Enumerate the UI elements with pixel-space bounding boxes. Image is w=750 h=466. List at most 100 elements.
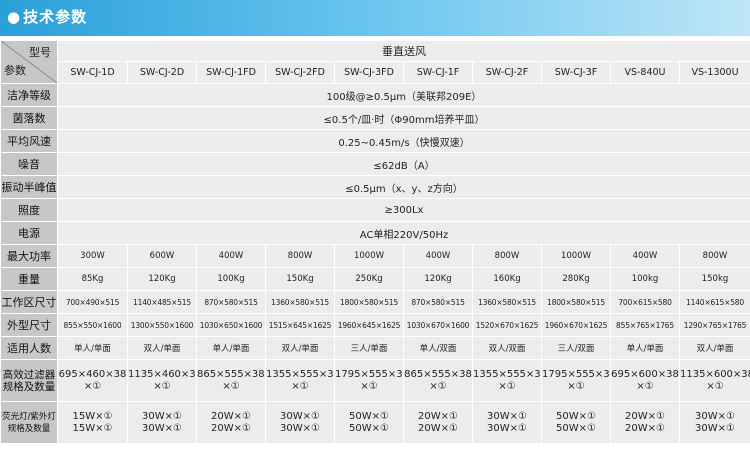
table-cell: 700×490×515 [57, 290, 128, 314]
lamp-fluorescent: 20W×① [418, 410, 458, 422]
spec-row: 照度 ≥300Lx [0, 198, 750, 222]
table-cell: 870×580×515 [196, 290, 266, 314]
row-label: 外型尺寸 [0, 313, 58, 337]
lamp-fluorescent: 20W×① [211, 410, 251, 422]
table-cell: 单人/双面 [403, 336, 473, 360]
filter-qty: ×① [567, 380, 585, 392]
lamp-fluorescent: 50W×① [349, 410, 389, 422]
lamp-uv: 20W×① [211, 422, 251, 434]
table-cell: 1135×460×38 ×① [127, 359, 197, 402]
table-cell: 1030×670×1600 [403, 313, 473, 337]
filter-qty: ×① [706, 380, 724, 392]
table-cell: 1300×550×1600 [127, 313, 197, 337]
filter-qty: ×① [636, 380, 654, 392]
table-cell: 50W×① 50W×① [334, 401, 404, 444]
table-cell: 120Kg [403, 267, 473, 291]
table-cell: 1795×555×38 ×① [541, 359, 611, 402]
table-cell: 250Kg [334, 267, 404, 291]
row-label: 噪音 [0, 152, 58, 176]
table-cell: 1290×765×1765 [679, 313, 750, 337]
table-cell: 1000W [334, 244, 404, 268]
table-cell: 695×460×38 ×① [57, 359, 128, 402]
spec-row: 平均风速 0.25~0.45m/s（快慢双速） [0, 129, 750, 153]
spec-row: 洁净等级 100级@≥0.5μm（美联邦209E） [0, 83, 750, 107]
table-cell: 三人/单面 [334, 336, 404, 360]
table-cell: 1960×670×1625 [541, 313, 611, 337]
row-label: 重量 [0, 267, 58, 291]
lamp-uv: 50W×① [556, 422, 596, 434]
model-header: SW-CJ-3FD [334, 61, 404, 84]
lamp-uv: 30W×① [487, 422, 527, 434]
table-cell: 15W×① 15W×① [57, 401, 128, 444]
lamp-fluorescent: 30W×① [487, 410, 527, 422]
spec-row: 振动半峰值 ≤0.5μm（x、y、z方向） [0, 175, 750, 199]
table-cell: 30W×① 30W×① [265, 401, 335, 444]
table-cell: 1960×645×1625 [334, 313, 404, 337]
table-cell: 1515×645×1625 [265, 313, 335, 337]
model-header: SW-CJ-3F [541, 61, 611, 84]
lamp-uv: 50W×① [349, 422, 389, 434]
corner-label-params: 参数 [4, 64, 26, 77]
table-cell: 855×765×1765 [610, 313, 680, 337]
table-cell: 1795×555×38 ×① [334, 359, 404, 402]
corner-cell: 型号 参数 [0, 40, 58, 84]
row-value: AC单相220V/50Hz [57, 221, 750, 245]
table-cell: 1000W [541, 244, 611, 268]
row-label-line: 规格及数量 [7, 423, 51, 434]
table-cell: 三人/双面 [541, 336, 611, 360]
table-cell: 30W×① 30W×① [472, 401, 542, 444]
table-cell: 800W [472, 244, 542, 268]
filter-qty: ×① [429, 380, 447, 392]
filter-size: 1355×555×38 [266, 368, 335, 380]
table-cell: 1355×555×38 ×① [265, 359, 335, 402]
group-header-row: 型号 参数 垂直送风 [0, 40, 750, 84]
table-cell: 1360×580×515 [472, 290, 542, 314]
filter-size: 1135×600×38 [680, 368, 750, 380]
filter-qty: ×① [222, 380, 240, 392]
lamp-fluorescent: 30W×① [695, 410, 735, 422]
filter-size: 1355×555×38 [473, 368, 542, 380]
filter-size: 865×555×380 [197, 368, 266, 380]
row-label: 最大功率 [0, 244, 58, 268]
lamp-uv: 15W×① [72, 422, 113, 434]
lamp-uv: 30W×① [280, 422, 320, 434]
row-value: 100级@≥0.5μm（美联邦209E） [57, 83, 750, 107]
filter-size: 1135×460×38 [128, 368, 197, 380]
row-label: 荧光灯/紫外灯 规格及数量 [0, 401, 58, 444]
row-label: 照度 [0, 198, 58, 222]
row-label-line: 规格及数量 [2, 380, 56, 393]
lamp-uv: 20W×① [418, 422, 458, 434]
model-header: SW-CJ-1FD [196, 61, 266, 84]
table-cell: 300W [57, 244, 128, 268]
filter-size: 1795×555×38 [335, 368, 404, 380]
model-header: VS-1300U [679, 61, 750, 84]
table-cell: 865×555×380 ×① [196, 359, 266, 402]
spec-row-weight: 重量 85Kg 120Kg 100Kg 150Kg 250Kg 120Kg 16… [0, 267, 750, 291]
table-cell: 30W×① 30W×① [679, 401, 750, 444]
filter-size: 865×555×38 [404, 368, 472, 380]
spec-row-outer-size: 外型尺寸 855×550×1600 1300×550×1600 1030×650… [0, 313, 750, 337]
row-label: 适用人数 [0, 336, 58, 360]
section-header: ● 技术参数 [0, 0, 750, 36]
filter-qty: ×① [153, 380, 171, 392]
row-value: ≤0.5μm（x、y、z方向） [57, 175, 750, 199]
lamp-uv: 30W×① [695, 422, 735, 434]
spec-row: 电源 AC单相220V/50Hz [0, 221, 750, 245]
table-cell: 20W×① 20W×① [403, 401, 473, 444]
row-label: 工作区尺寸 [0, 290, 58, 314]
spec-row: 菌落数 ≤0.5个/皿·时（Φ90mm培养平皿） [0, 106, 750, 130]
model-header: SW-CJ-2D [127, 61, 197, 84]
table-cell: 1140×615×580 [679, 290, 750, 314]
lamp-fluorescent: 30W×① [280, 410, 320, 422]
spec-row-filter: 高效过滤器 规格及数量 695×460×38 ×① 1135×460×38 ×① 86… [0, 359, 750, 402]
table-cell: 400W [610, 244, 680, 268]
table-cell: 400W [403, 244, 473, 268]
group-label: 垂直送风 [57, 40, 750, 62]
table-cell: 280Kg [541, 267, 611, 291]
row-value: ≥300Lx [57, 198, 750, 222]
row-label: 高效过滤器 规格及数量 [0, 359, 58, 402]
table-cell: 855×550×1600 [57, 313, 128, 337]
table-cell: 870×580×515 [403, 290, 473, 314]
filter-qty: ×① [83, 380, 102, 392]
table-cell: 1800×580×515 [334, 290, 404, 314]
